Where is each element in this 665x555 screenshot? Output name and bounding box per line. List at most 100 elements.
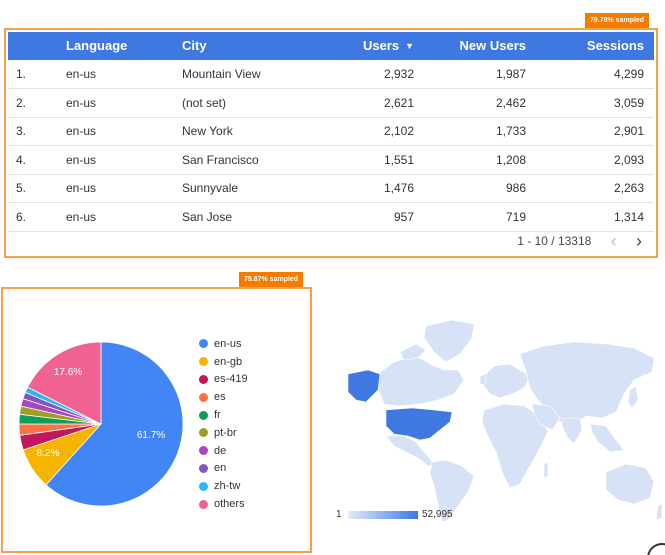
cell-city: New York (182, 124, 233, 139)
cell-users: 2,932 (383, 67, 414, 81)
cell-language: en-us (66, 67, 97, 81)
table-row[interactable]: 2. en-us (not set) 2,621 2,462 3,059 (8, 89, 654, 118)
pie-chart[interactable]: 61.7% 8.2% 17.6% (13, 339, 193, 509)
pagination-label: 1 - 10 / 13318 (517, 233, 592, 248)
circle-button[interactable] (647, 543, 665, 555)
map-region-europe[interactable] (483, 363, 531, 399)
table-row[interactable]: 1. en-us Mountain View 2,932 1,987 4,299 (8, 60, 654, 89)
legend-swatch (199, 392, 208, 402)
row-number: 5. (16, 181, 27, 196)
cell-sessions: 2,093 (613, 152, 644, 167)
cell-users: 1,551 (383, 152, 414, 167)
pie-sampled-badge: 75.87% sampled (239, 272, 304, 287)
cell-sessions: 3,059 (613, 95, 644, 110)
cell-language: en-us (66, 124, 97, 139)
legend-label: de (214, 444, 227, 457)
map-region-madagascar[interactable] (543, 461, 549, 479)
cell-language: en-us (66, 152, 97, 167)
cell-users: 1,476 (383, 181, 414, 196)
legend-swatch (199, 463, 208, 473)
table-row[interactable]: 5. en-us Sunnyvale 1,476 986 2,263 (8, 174, 654, 204)
pie-label-en-gb: 8.2% (37, 448, 60, 459)
column-header-users-label: Users (362, 38, 400, 53)
legend-label: en-us (214, 337, 242, 350)
legend-label: pt-br (214, 426, 237, 439)
legend-label: en-gb (214, 355, 243, 368)
legend-label: fr (214, 409, 221, 422)
table-row[interactable]: 3. en-us New York 2,102 1,733 2,901 (8, 117, 654, 147)
cell-language: en-us (66, 181, 97, 196)
column-header-city[interactable]: City (182, 32, 207, 60)
legend-item[interactable]: zh-tw (199, 477, 309, 495)
legend-label: en (214, 462, 227, 475)
cell-sessions: 4,299 (613, 67, 644, 81)
cell-sessions: 2,263 (613, 181, 644, 196)
map-region-alaska[interactable] (347, 369, 381, 403)
row-number: 6. (16, 210, 27, 224)
pie-label-en-us: 61.7% (137, 430, 165, 441)
chevron-right-icon[interactable]: › (636, 231, 642, 251)
map-region-canada[interactable] (377, 355, 465, 407)
map-region-japan[interactable] (627, 385, 639, 409)
cell-sessions: 2,901 (613, 124, 644, 139)
cell-language: en-us (66, 95, 97, 110)
pie-legend: en-us en-gb es-419 es fr pt-br de en zh-tw others (199, 335, 309, 513)
legend-swatch (199, 357, 208, 367)
map-region-australia[interactable] (605, 463, 655, 505)
map-region-india[interactable] (561, 417, 583, 445)
cell-new-users: 1,733 (495, 124, 526, 139)
legend-item[interactable]: es-419 (199, 371, 309, 389)
map-region-mexico[interactable] (385, 435, 435, 467)
cell-new-users: 719 (505, 210, 526, 224)
legend-label: zh-tw (214, 480, 241, 493)
cell-new-users: 986 (505, 181, 526, 196)
pagination: 1 - 10 / 13318 ‹ › (517, 230, 642, 251)
row-number: 4. (16, 152, 27, 167)
column-header-new-users[interactable]: New Users (460, 32, 526, 60)
legend-item[interactable]: de (199, 442, 309, 460)
map-region-usa[interactable] (385, 407, 453, 441)
column-header-users[interactable]: Users ▼ (363, 32, 414, 60)
legend-swatch (199, 446, 208, 456)
legend-swatch (199, 374, 208, 384)
legend-item[interactable]: others (199, 495, 309, 513)
scale-max-label: 52,995 (422, 509, 453, 520)
legend-item[interactable]: en-us (199, 335, 309, 353)
column-header-language[interactable]: Language (66, 32, 127, 60)
map-region-new-zealand[interactable] (655, 503, 663, 521)
row-number: 3. (16, 124, 27, 139)
cell-users: 957 (393, 210, 414, 224)
row-number: 1. (16, 67, 27, 81)
legend-item[interactable]: en (199, 460, 309, 478)
map-region-southeast-asia[interactable] (589, 423, 625, 453)
cell-users: 2,102 (383, 124, 414, 139)
legend-label: others (214, 498, 245, 511)
caret-down-icon: ▼ (405, 41, 414, 51)
chevron-left-icon[interactable]: ‹ (611, 231, 617, 251)
table-row[interactable]: 4. en-us San Francisco 1,551 1,208 2,093 (8, 146, 654, 175)
table-row[interactable]: 6. en-us San Jose 957 719 1,314 (8, 203, 654, 232)
legend-label: es-419 (214, 373, 248, 386)
cell-new-users: 1,208 (495, 152, 526, 167)
legend-swatch (199, 410, 208, 420)
map-region-uk[interactable] (479, 373, 487, 385)
map-color-scale: 1 52,995 (336, 508, 486, 522)
column-header-sessions[interactable]: Sessions (587, 32, 644, 60)
map-region-greenland[interactable] (423, 319, 475, 363)
legend-swatch (199, 428, 208, 438)
legend-swatch (199, 339, 208, 349)
legend-item[interactable]: fr (199, 406, 309, 424)
cell-city: Sunnyvale (182, 181, 239, 196)
pie-chart-widget: 61.7% 8.2% 17.6% en-us en-gb es-419 es fr pt-… (1, 287, 312, 553)
data-table: Language City Users ▼ New Users Sessions … (4, 28, 658, 258)
geo-map[interactable] (334, 314, 665, 526)
legend-item[interactable]: es (199, 388, 309, 406)
legend-label: es (214, 391, 226, 404)
legend-item[interactable]: en-gb (199, 353, 309, 371)
legend-swatch (199, 499, 208, 509)
table-header: Language City Users ▼ New Users Sessions (8, 32, 654, 60)
cell-sessions: 1,314 (613, 210, 644, 224)
map-region-arctic-islands[interactable] (399, 343, 427, 361)
cell-language: en-us (66, 210, 97, 224)
legend-item[interactable]: pt-br (199, 424, 309, 442)
